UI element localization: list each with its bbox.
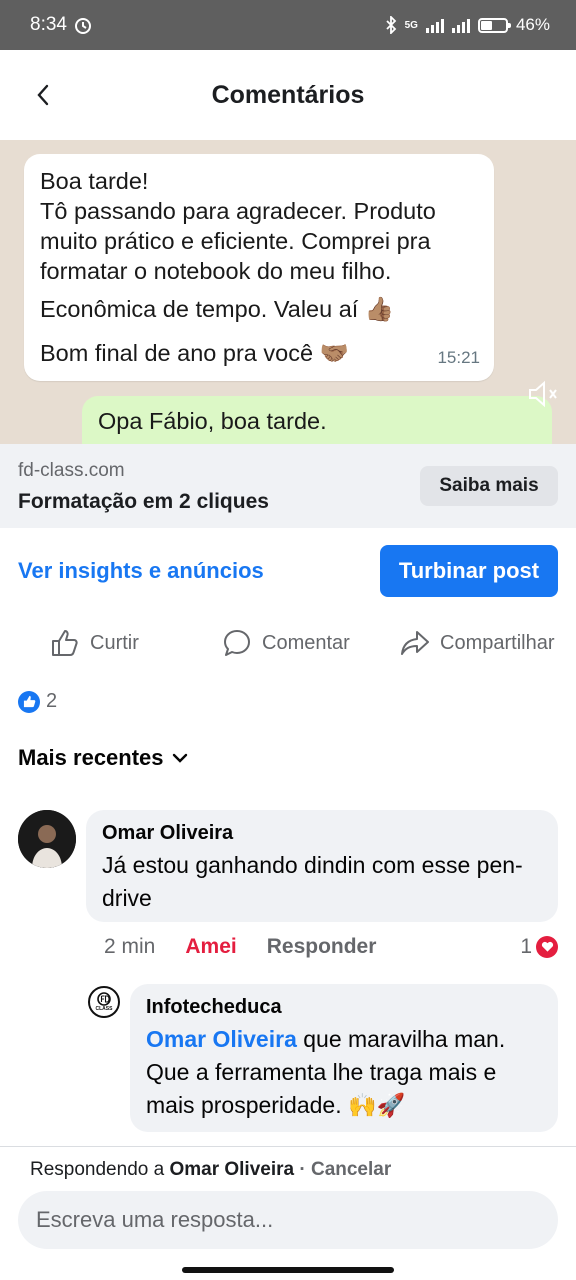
love-reaction-button[interactable]: Amei — [185, 935, 236, 959]
replying-to: Respondendo a Omar Oliveira · Cancelar — [30, 1159, 391, 1181]
signal-icon — [425, 17, 444, 33]
chat-line: Econômica de tempo. Valeu aí 👍🏽 — [40, 296, 395, 322]
reply-button[interactable]: Responder — [267, 935, 377, 959]
chevron-left-icon — [37, 84, 49, 106]
separator: · — [294, 1159, 311, 1180]
comment-button[interactable]: Comentar — [222, 620, 350, 666]
like-button[interactable]: Curtir — [50, 620, 139, 666]
chat-reply-text: Opa Fábio, boa tarde. — [98, 408, 327, 434]
share-label: Compartilhar — [440, 631, 555, 654]
page-avatar-text: CLASS — [95, 1006, 113, 1012]
signal-2-icon — [451, 17, 470, 33]
reply-author[interactable]: Infotecheduca — [146, 996, 542, 1019]
chat-bubble-sent: Opa Fábio, boa tarde. — [82, 396, 552, 444]
sort-label: Mais recentes — [18, 745, 164, 770]
comment-icon — [224, 630, 250, 656]
cancel-reply-button[interactable]: Cancelar — [311, 1159, 391, 1180]
comment-time: 2 min — [104, 935, 156, 958]
share-icon — [401, 631, 429, 655]
replying-name: Omar Oliveira — [169, 1159, 295, 1180]
chevron-down-icon — [172, 753, 187, 763]
comment-author[interactable]: Omar Oliveira — [102, 822, 542, 845]
avatar[interactable] — [18, 810, 76, 868]
network-label: 5G — [404, 19, 418, 31]
battery-percent: 46% — [515, 15, 550, 34]
status-time: 8:34 — [30, 14, 67, 35]
comment-bubble[interactable]: Omar Oliveira Já estou ganhando dindin c… — [86, 810, 558, 922]
status-bar: 8:34 5G 46% — [0, 0, 576, 50]
thumbs-up-icon — [52, 630, 78, 656]
home-indicator[interactable] — [182, 1267, 394, 1273]
reply-bubble[interactable]: Infotecheduca Omar Oliveira que maravilh… — [130, 984, 558, 1132]
chat-line: Bom final de ano pra você 🤝🏽 — [40, 340, 349, 366]
comment-reactions[interactable]: 1 — [520, 935, 558, 959]
reaction-count: 2 — [46, 690, 58, 712]
battery-icon — [477, 17, 511, 33]
mention-link[interactable]: Omar Oliveira — [146, 1026, 297, 1052]
chat-time: 15:21 — [437, 348, 480, 367]
chat-greeting: Boa tarde! — [40, 168, 149, 194]
chat-line: Tô passando para agradecer. Produto — [40, 198, 436, 224]
heart-icon — [536, 936, 558, 958]
mute-icon[interactable] — [526, 378, 560, 410]
post-actions: Curtir Comentar Compartilhar — [0, 620, 576, 666]
replying-prefix: Respondendo a — [30, 1159, 170, 1180]
comment-text: Já estou ganhando dindin com esse pen-dr… — [102, 852, 523, 911]
reply-input[interactable] — [18, 1191, 558, 1249]
alarm-icon — [74, 18, 91, 34]
bluetooth-icon — [385, 16, 396, 34]
link-preview[interactable]: fd-class.com Formatação em 2 cliques Sai… — [0, 444, 576, 528]
comment-reaction-count: 1 — [520, 935, 532, 958]
like-label: Curtir — [90, 631, 139, 654]
page-avatar[interactable]: CLASS — [88, 986, 120, 1018]
chat-bubble-received: Boa tarde! Tô passando para agradecer. P… — [24, 154, 494, 381]
boost-post-button[interactable]: Turbinar post — [380, 545, 558, 597]
back-button[interactable] — [28, 80, 58, 110]
reactions-summary[interactable]: 2 — [18, 690, 57, 713]
learn-more-button[interactable]: Saiba mais — [420, 466, 558, 506]
insights-link[interactable]: Ver insights e anúncios — [18, 558, 264, 584]
promo-row: Ver insights e anúncios Turbinar post — [18, 545, 558, 597]
sort-dropdown[interactable]: Mais recentes — [18, 745, 188, 771]
post-media[interactable]: Boa tarde! Tô passando para agradecer. P… — [0, 140, 576, 444]
comment-label: Comentar — [262, 631, 350, 654]
page-title: Comentários — [211, 80, 365, 109]
reply-text: Omar Oliveira que maravilha man. Que a f… — [146, 1023, 542, 1122]
reply-composer: Respondendo a Omar Oliveira · Cancelar — [0, 1146, 576, 1280]
top-bar: Comentários — [0, 50, 576, 140]
chat-line: muito prático e eficiente. Comprei pra — [40, 228, 431, 254]
chat-line: formatar o notebook do meu filho. — [40, 258, 392, 284]
comment-meta: 2 min Amei Responder 1 — [104, 932, 558, 962]
like-reaction-icon — [18, 690, 40, 713]
share-button[interactable]: Compartilhar — [400, 620, 554, 666]
